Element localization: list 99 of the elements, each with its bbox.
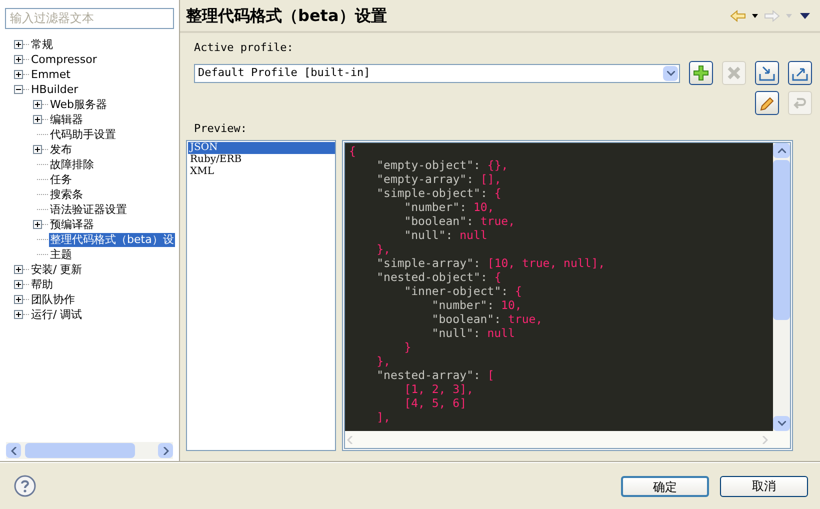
code-key: "nested-object": — [376, 270, 488, 284]
code-value: }, — [376, 354, 390, 368]
expand-icon[interactable] — [33, 220, 42, 229]
scroll-left-icon — [347, 436, 353, 444]
collapse-icon[interactable] — [14, 85, 23, 94]
expand-icon[interactable] — [33, 145, 42, 154]
pencil-icon — [759, 95, 775, 111]
expand-icon[interactable] — [14, 70, 23, 79]
code-key: "null": — [432, 326, 480, 340]
profile-value: Default Profile [built-in] — [198, 64, 370, 81]
tree-item[interactable]: 团队协作 — [30, 292, 76, 306]
export-button[interactable] — [788, 61, 812, 85]
scroll-down-icon[interactable] — [778, 421, 786, 426]
code-key: "boolean": — [432, 312, 502, 326]
tree-item[interactable]: 帮助 — [30, 278, 54, 292]
tree-item[interactable]: 语法验证器设置 — [49, 202, 128, 216]
close-icon — [726, 65, 742, 81]
code-key: "number": — [404, 200, 466, 214]
profile-dropdown[interactable]: Default Profile [built-in] — [194, 64, 680, 82]
code-value: { — [494, 270, 502, 284]
code-value: null — [487, 326, 515, 340]
code-value: [10, true, null], — [487, 256, 606, 270]
code-value: { — [514, 284, 522, 298]
tree-item[interactable]: 运行/ 调试 — [30, 308, 84, 322]
dropdown-caret-icon — [786, 14, 792, 18]
active-profile-label: Active profile: — [194, 41, 294, 55]
preview-label: Preview: — [194, 122, 248, 136]
view-menu-icon[interactable] — [800, 12, 810, 18]
code-value: null — [460, 228, 488, 242]
tree-item[interactable]: 发布 — [49, 142, 73, 156]
code-key: "empty-array": — [376, 172, 474, 186]
tree-item[interactable]: Web服务器 — [49, 98, 108, 112]
code-value: [1, 2, 3], — [404, 382, 474, 396]
code-value: { — [349, 144, 356, 158]
tree-item[interactable]: 常规 — [30, 38, 54, 52]
code-key: "empty-object": — [376, 158, 480, 172]
code-value: { — [494, 186, 502, 200]
tree-item[interactable]: 编辑器 — [49, 112, 84, 126]
code-key: "simple-object": — [376, 186, 488, 200]
code-value: } — [404, 340, 412, 354]
code-value: true, — [480, 214, 515, 228]
expand-icon[interactable] — [14, 310, 23, 319]
code-key: "null": — [404, 228, 453, 242]
vertical-scrollbar[interactable] — [773, 143, 790, 431]
code-key: "number": — [432, 298, 494, 312]
scroll-left-icon[interactable] — [10, 446, 16, 454]
forward-arrow-icon — [764, 10, 780, 22]
language-item[interactable]: XML — [188, 166, 335, 178]
code-value: [4, 5, 6] — [404, 396, 466, 410]
plus-icon — [693, 65, 709, 81]
code-value: }, — [376, 242, 390, 256]
tree-item[interactable]: 代码助手设置 — [49, 128, 117, 142]
language-item[interactable]: JSON — [188, 142, 335, 154]
code-value: true, — [508, 312, 543, 326]
expand-icon[interactable] — [14, 55, 23, 64]
language-item[interactable]: Ruby/ERB — [188, 154, 335, 166]
code-value: ], — [376, 410, 390, 424]
expand-icon[interactable] — [14, 40, 23, 49]
undo-icon — [792, 95, 808, 111]
expand-icon[interactable] — [33, 100, 42, 109]
tree-item[interactable]: 搜索条 — [49, 188, 84, 202]
import-button[interactable] — [755, 61, 779, 85]
code-value: [ — [487, 368, 494, 382]
tree-item[interactable]: 任务 — [49, 172, 73, 186]
code-key: "simple-array": — [376, 256, 480, 270]
scroll-right-icon — [762, 436, 768, 444]
expand-icon[interactable] — [33, 115, 42, 124]
help-icon[interactable] — [14, 475, 36, 497]
code-key: "inner-object": — [404, 284, 508, 298]
tree-item[interactable]: Compressor — [30, 52, 98, 66]
tree-item[interactable]: Emmet — [30, 68, 72, 82]
language-list[interactable]: JSON Ruby/ERB XML — [186, 140, 336, 451]
scroll-up-icon[interactable] — [778, 148, 786, 153]
caret-icon — [666, 70, 674, 76]
code-value: 10, — [473, 200, 494, 214]
new-button[interactable] — [689, 61, 713, 85]
tree-item[interactable]: 安装/ 更新 — [30, 262, 84, 276]
scroll-right-icon[interactable] — [162, 446, 168, 454]
tree-item[interactable]: 整理代码格式（beta）设 — [49, 232, 175, 246]
tree-item[interactable]: 故障排除 — [49, 158, 95, 172]
tree-item[interactable]: HBuilder — [30, 82, 80, 96]
edit-button[interactable] — [755, 91, 779, 115]
tree-item[interactable]: 主题 — [49, 248, 73, 262]
tray-in-icon — [759, 65, 775, 81]
tree-item[interactable]: 预编译器 — [49, 218, 95, 232]
code-key: "boolean": — [404, 214, 474, 228]
filter-field[interactable]: 输入过滤器文本 — [5, 8, 174, 28]
code-value: {}, — [487, 158, 508, 172]
expand-icon[interactable] — [14, 280, 23, 289]
code-key: "nested-array": — [376, 368, 480, 382]
code-value: [], — [480, 172, 502, 186]
dialog-button[interactable]: 确定 — [621, 476, 709, 496]
expand-icon[interactable] — [14, 295, 23, 304]
dialog-button[interactable]: 取消 — [720, 476, 808, 496]
page-title: 整理代码格式（beta）设置 — [186, 4, 387, 26]
code-value: 10, — [501, 298, 522, 312]
dropdown-caret-icon[interactable] — [752, 14, 758, 18]
horizontal-scrollbar[interactable] — [6, 442, 173, 459]
expand-icon[interactable] — [14, 265, 23, 274]
